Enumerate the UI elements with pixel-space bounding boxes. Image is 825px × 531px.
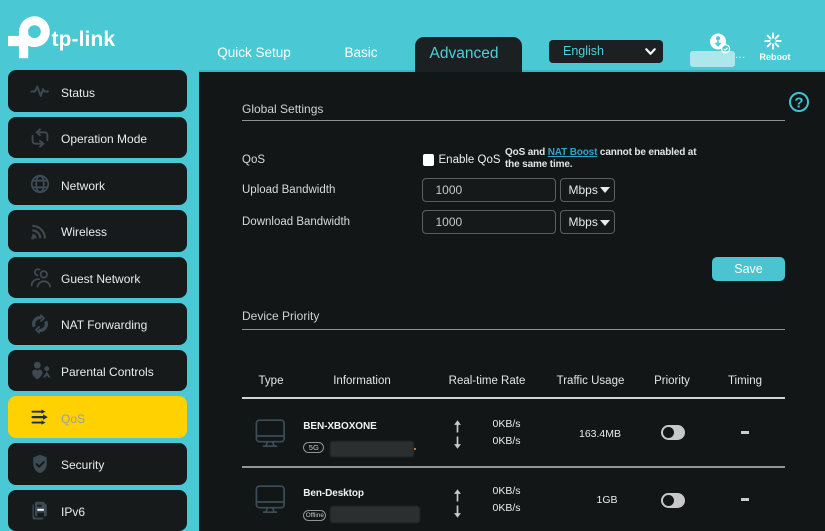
svg-text:tp-link: tp-link xyxy=(52,28,116,51)
svg-text:?: ? xyxy=(794,95,803,112)
